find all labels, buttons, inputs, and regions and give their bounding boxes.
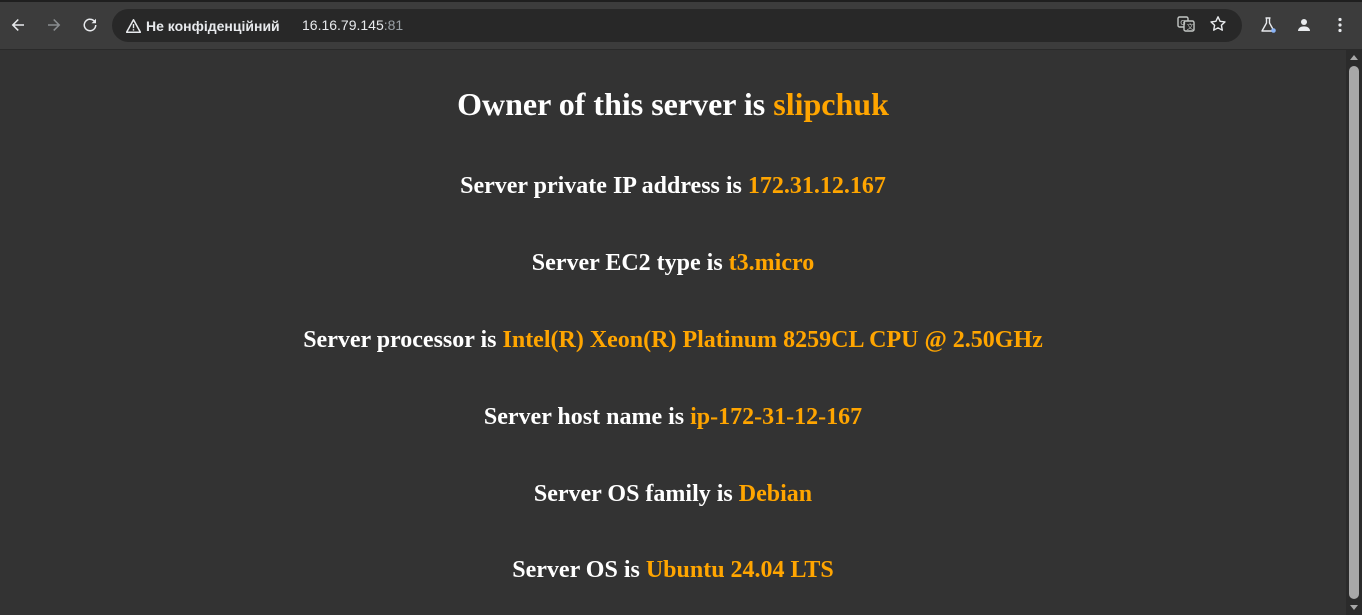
url-port: :81 [383, 17, 404, 33]
processor-label: Server processor is [303, 327, 503, 353]
profile-button[interactable] [1290, 11, 1318, 39]
os-family-value: Debian [738, 481, 813, 507]
page-content: Owner of this server is slipchuk Server … [0, 50, 1346, 615]
os-label: Server OS is [512, 557, 646, 583]
translate-icon: G文 [1176, 15, 1195, 37]
star-icon [1209, 15, 1227, 37]
host-name-label: Server host name is [483, 404, 691, 430]
forward-arrow-icon [46, 17, 62, 33]
os-family-label: Server OS family is [533, 481, 739, 507]
private-ip-value: 172.31.12.167 [747, 173, 886, 199]
forward-button[interactable] [40, 11, 68, 39]
bookmark-button[interactable] [1205, 13, 1230, 38]
security-label: Не конфіденційний [146, 17, 280, 34]
owner-value: slipchuk [773, 86, 889, 122]
ec2-type-label: Server EC2 type is [531, 250, 729, 276]
scroll-up-arrow-icon[interactable] [1350, 55, 1358, 60]
os-family-heading: Server OS family is Debian [0, 481, 1346, 508]
scroll-down-arrow-icon[interactable] [1350, 605, 1358, 610]
kebab-menu-icon [1338, 17, 1342, 33]
back-button[interactable] [4, 11, 32, 39]
browser-toolbar: Не конфіденційний 16.16.79.145:81 G文 [0, 0, 1362, 50]
ec2-type-heading: Server EC2 type is t3.micro [0, 250, 1346, 277]
processor-value: Intel(R) Xeon(R) Platinum 8259CL CPU @ 2… [502, 327, 1043, 353]
private-ip-heading: Server private IP address is 172.31.12.1… [0, 173, 1346, 200]
host-name-heading: Server host name is ip-172-31-12-167 [0, 404, 1346, 431]
labs-button[interactable] [1254, 11, 1282, 39]
svg-text:G: G [1180, 19, 1185, 27]
processor-heading: Server processor is Intel(R) Xeon(R) Pla… [0, 327, 1346, 354]
warning-triangle-icon [126, 18, 141, 33]
os-value: Ubuntu 24.04 LTS [645, 557, 834, 583]
host-name-value: ip-172-31-12-167 [690, 404, 863, 430]
svg-text:文: 文 [1186, 22, 1193, 31]
owner-label: Owner of this server is [457, 86, 774, 122]
owner-heading: Owner of this server is slipchuk [0, 86, 1346, 123]
browser-menu-button[interactable] [1326, 11, 1354, 39]
url-host: 16.16.79.145 [302, 17, 384, 33]
vertical-scrollbar[interactable] [1346, 50, 1362, 615]
url-text[interactable]: 16.16.79.145:81 [302, 17, 403, 33]
reload-icon [82, 17, 98, 33]
scrollbar-thumb[interactable] [1349, 66, 1359, 599]
security-indicator[interactable]: Не конфіденційний [118, 13, 288, 38]
os-heading: Server OS is Ubuntu 24.04 LTS [0, 557, 1346, 584]
address-bar[interactable]: Не конфіденційний 16.16.79.145:81 G文 [112, 9, 1242, 42]
reload-button[interactable] [76, 11, 104, 39]
profile-icon [1296, 17, 1312, 33]
private-ip-label: Server private IP address is [460, 173, 748, 199]
translate-button[interactable]: G文 [1173, 13, 1198, 38]
ec2-type-value: t3.micro [728, 250, 815, 276]
back-arrow-icon [10, 17, 26, 33]
flask-icon [1259, 16, 1277, 34]
tab-strip-edge [0, 0, 1362, 2]
